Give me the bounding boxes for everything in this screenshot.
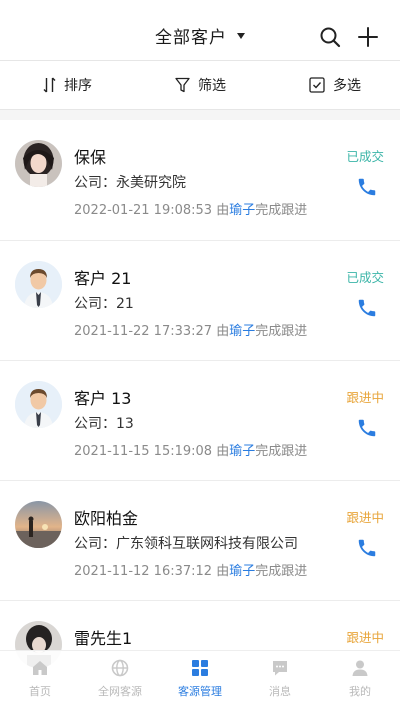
tab-profile[interactable]: 我的 [320, 659, 400, 699]
follow-up-user[interactable]: 瑜子 [229, 444, 255, 459]
avatar [15, 501, 62, 548]
customer-name: 客户 21 [74, 269, 132, 288]
page-title: 全部客户 [155, 28, 227, 48]
customer-name: 保保 [74, 148, 107, 167]
grid-icon [192, 660, 208, 676]
follow-up-info: 2021-11-12 16:37:12 由瑜子完成跟进 [74, 564, 308, 579]
customer-name: 欧阳柏金 [74, 509, 139, 528]
divider [0, 110, 400, 120]
follow-up-user[interactable]: 瑜子 [229, 324, 255, 339]
message-icon [273, 661, 287, 676]
list-item[interactable]: 客户 13 公司：13 2021-11-15 15:19:08 由瑜子完成跟进 … [0, 361, 400, 481]
status-badge: 已成交 [346, 270, 384, 285]
plus-icon[interactable] [357, 26, 379, 48]
status-badge: 已成交 [346, 149, 384, 164]
sort-button[interactable]: 排序 [43, 75, 92, 95]
bottom-tab-bar: 首页 全网客源 客源管理 消息 我的 [0, 650, 400, 711]
avatar [15, 261, 62, 308]
tab-messages[interactable]: 消息 [240, 659, 320, 699]
customer-name: 雷先生1 [74, 629, 133, 648]
phone-icon[interactable] [356, 417, 378, 439]
customer-name: 客户 13 [74, 389, 132, 408]
multi-select-button[interactable]: 多选 [309, 75, 361, 95]
tab-home[interactable]: 首页 [0, 659, 80, 699]
phone-icon[interactable] [356, 176, 378, 198]
customer-company: 公司：21 [74, 296, 134, 312]
sort-icon [43, 77, 56, 93]
follow-up-user[interactable]: 瑜子 [229, 564, 255, 579]
chevron-down-icon [237, 33, 245, 39]
tab-network-leads[interactable]: 全网客源 [80, 659, 160, 699]
follow-up-user[interactable]: 瑜子 [229, 203, 255, 218]
follow-up-info: 2022-01-21 19:08:53 由瑜子完成跟进 [74, 203, 308, 218]
funnel-icon [175, 77, 190, 93]
filter-button[interactable]: 筛选 [175, 75, 226, 95]
customer-company: 公司：永美研究院 [74, 175, 186, 191]
status-badge: 跟进中 [346, 510, 384, 525]
user-icon [352, 660, 368, 676]
multi-select-label: 多选 [333, 78, 361, 94]
sort-label: 排序 [64, 78, 92, 94]
avatar [15, 140, 62, 187]
search-icon[interactable] [319, 26, 341, 48]
follow-up-info: 2021-11-15 15:19:08 由瑜子完成跟进 [74, 444, 308, 459]
phone-icon[interactable] [356, 537, 378, 559]
status-badge: 跟进中 [346, 390, 384, 405]
customer-company: 公司：广东领科互联网科技有限公司 [74, 536, 298, 552]
tab-lead-management[interactable]: 客源管理 [160, 659, 240, 699]
list-item[interactable]: 保保 公司：永美研究院 2022-01-21 19:08:53 由瑜子完成跟进 … [0, 120, 400, 240]
follow-up-info: 2021-11-22 17:33:27 由瑜子完成跟进 [74, 324, 308, 339]
home-icon [33, 661, 47, 675]
checkbox-icon [309, 77, 325, 93]
filter-label: 筛选 [198, 78, 226, 94]
list-item[interactable]: 客户 21 公司：21 2021-11-22 17:33:27 由瑜子完成跟进 … [0, 241, 400, 361]
customer-company: 公司：13 [74, 416, 134, 432]
top-bar: 全部客户 [0, 0, 400, 60]
avatar [15, 381, 62, 428]
globe-icon [111, 659, 129, 677]
list-item[interactable]: 欧阳柏金 公司：广东领科互联网科技有限公司 2021-11-12 16:37:1… [0, 481, 400, 601]
status-badge: 跟进中 [346, 630, 384, 645]
phone-icon[interactable] [356, 297, 378, 319]
filter-toolbar: 排序 筛选 多选 [0, 60, 400, 110]
